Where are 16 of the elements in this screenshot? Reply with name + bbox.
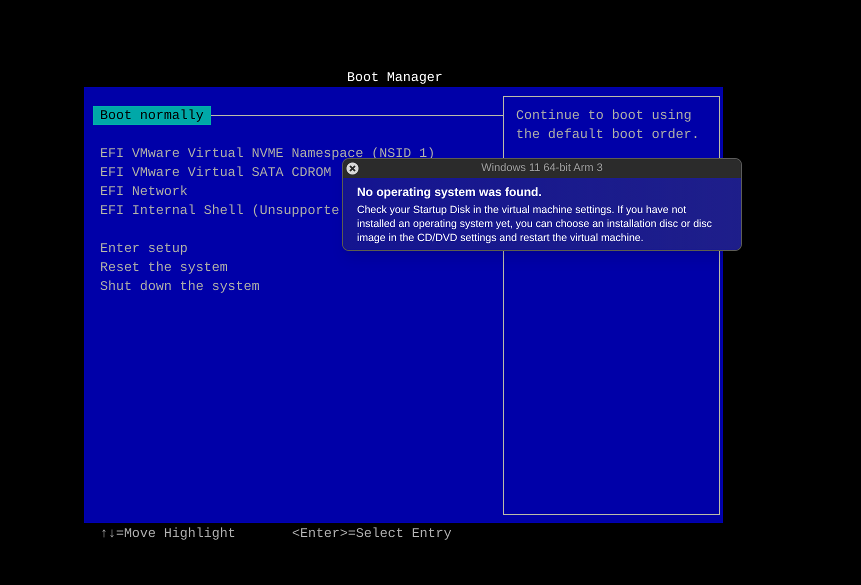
- footer-hint: <Enter>=Select Entry: [292, 525, 452, 543]
- alert-heading: No operating system was found.: [357, 184, 543, 200]
- alert-message: Check your Startup Disk in the virtual machine settings. If you have not installed an operating system yet, you can choose an installation disc or disc image in the CD/DVD settings and restart the virtual machine.: [357, 203, 713, 245]
- menu-item[interactable]: Shut down the system: [100, 277, 260, 296]
- menu-item[interactable]: EFI Network: [100, 182, 188, 201]
- menu-item[interactable]: Reset the system: [100, 258, 228, 277]
- menu-item[interactable]: EFI VMware Virtual SATA CDROM: [100, 163, 332, 182]
- help-text: Continue to boot using: [516, 107, 693, 125]
- menu-item[interactable]: Enter setup: [100, 239, 188, 258]
- screen-title: Boot Manager: [347, 69, 443, 87]
- help-text: the default boot order.: [516, 126, 701, 144]
- menu-item[interactable]: Boot normally: [93, 106, 211, 125]
- menu-item[interactable]: EFI Internal Shell (Unsupporte: [100, 201, 340, 220]
- close-icon[interactable]: [346, 162, 359, 175]
- footer-hint: ↑↓=Move Highlight: [100, 525, 237, 543]
- alert-title: Windows 11 64-bit Arm 3: [481, 161, 603, 176]
